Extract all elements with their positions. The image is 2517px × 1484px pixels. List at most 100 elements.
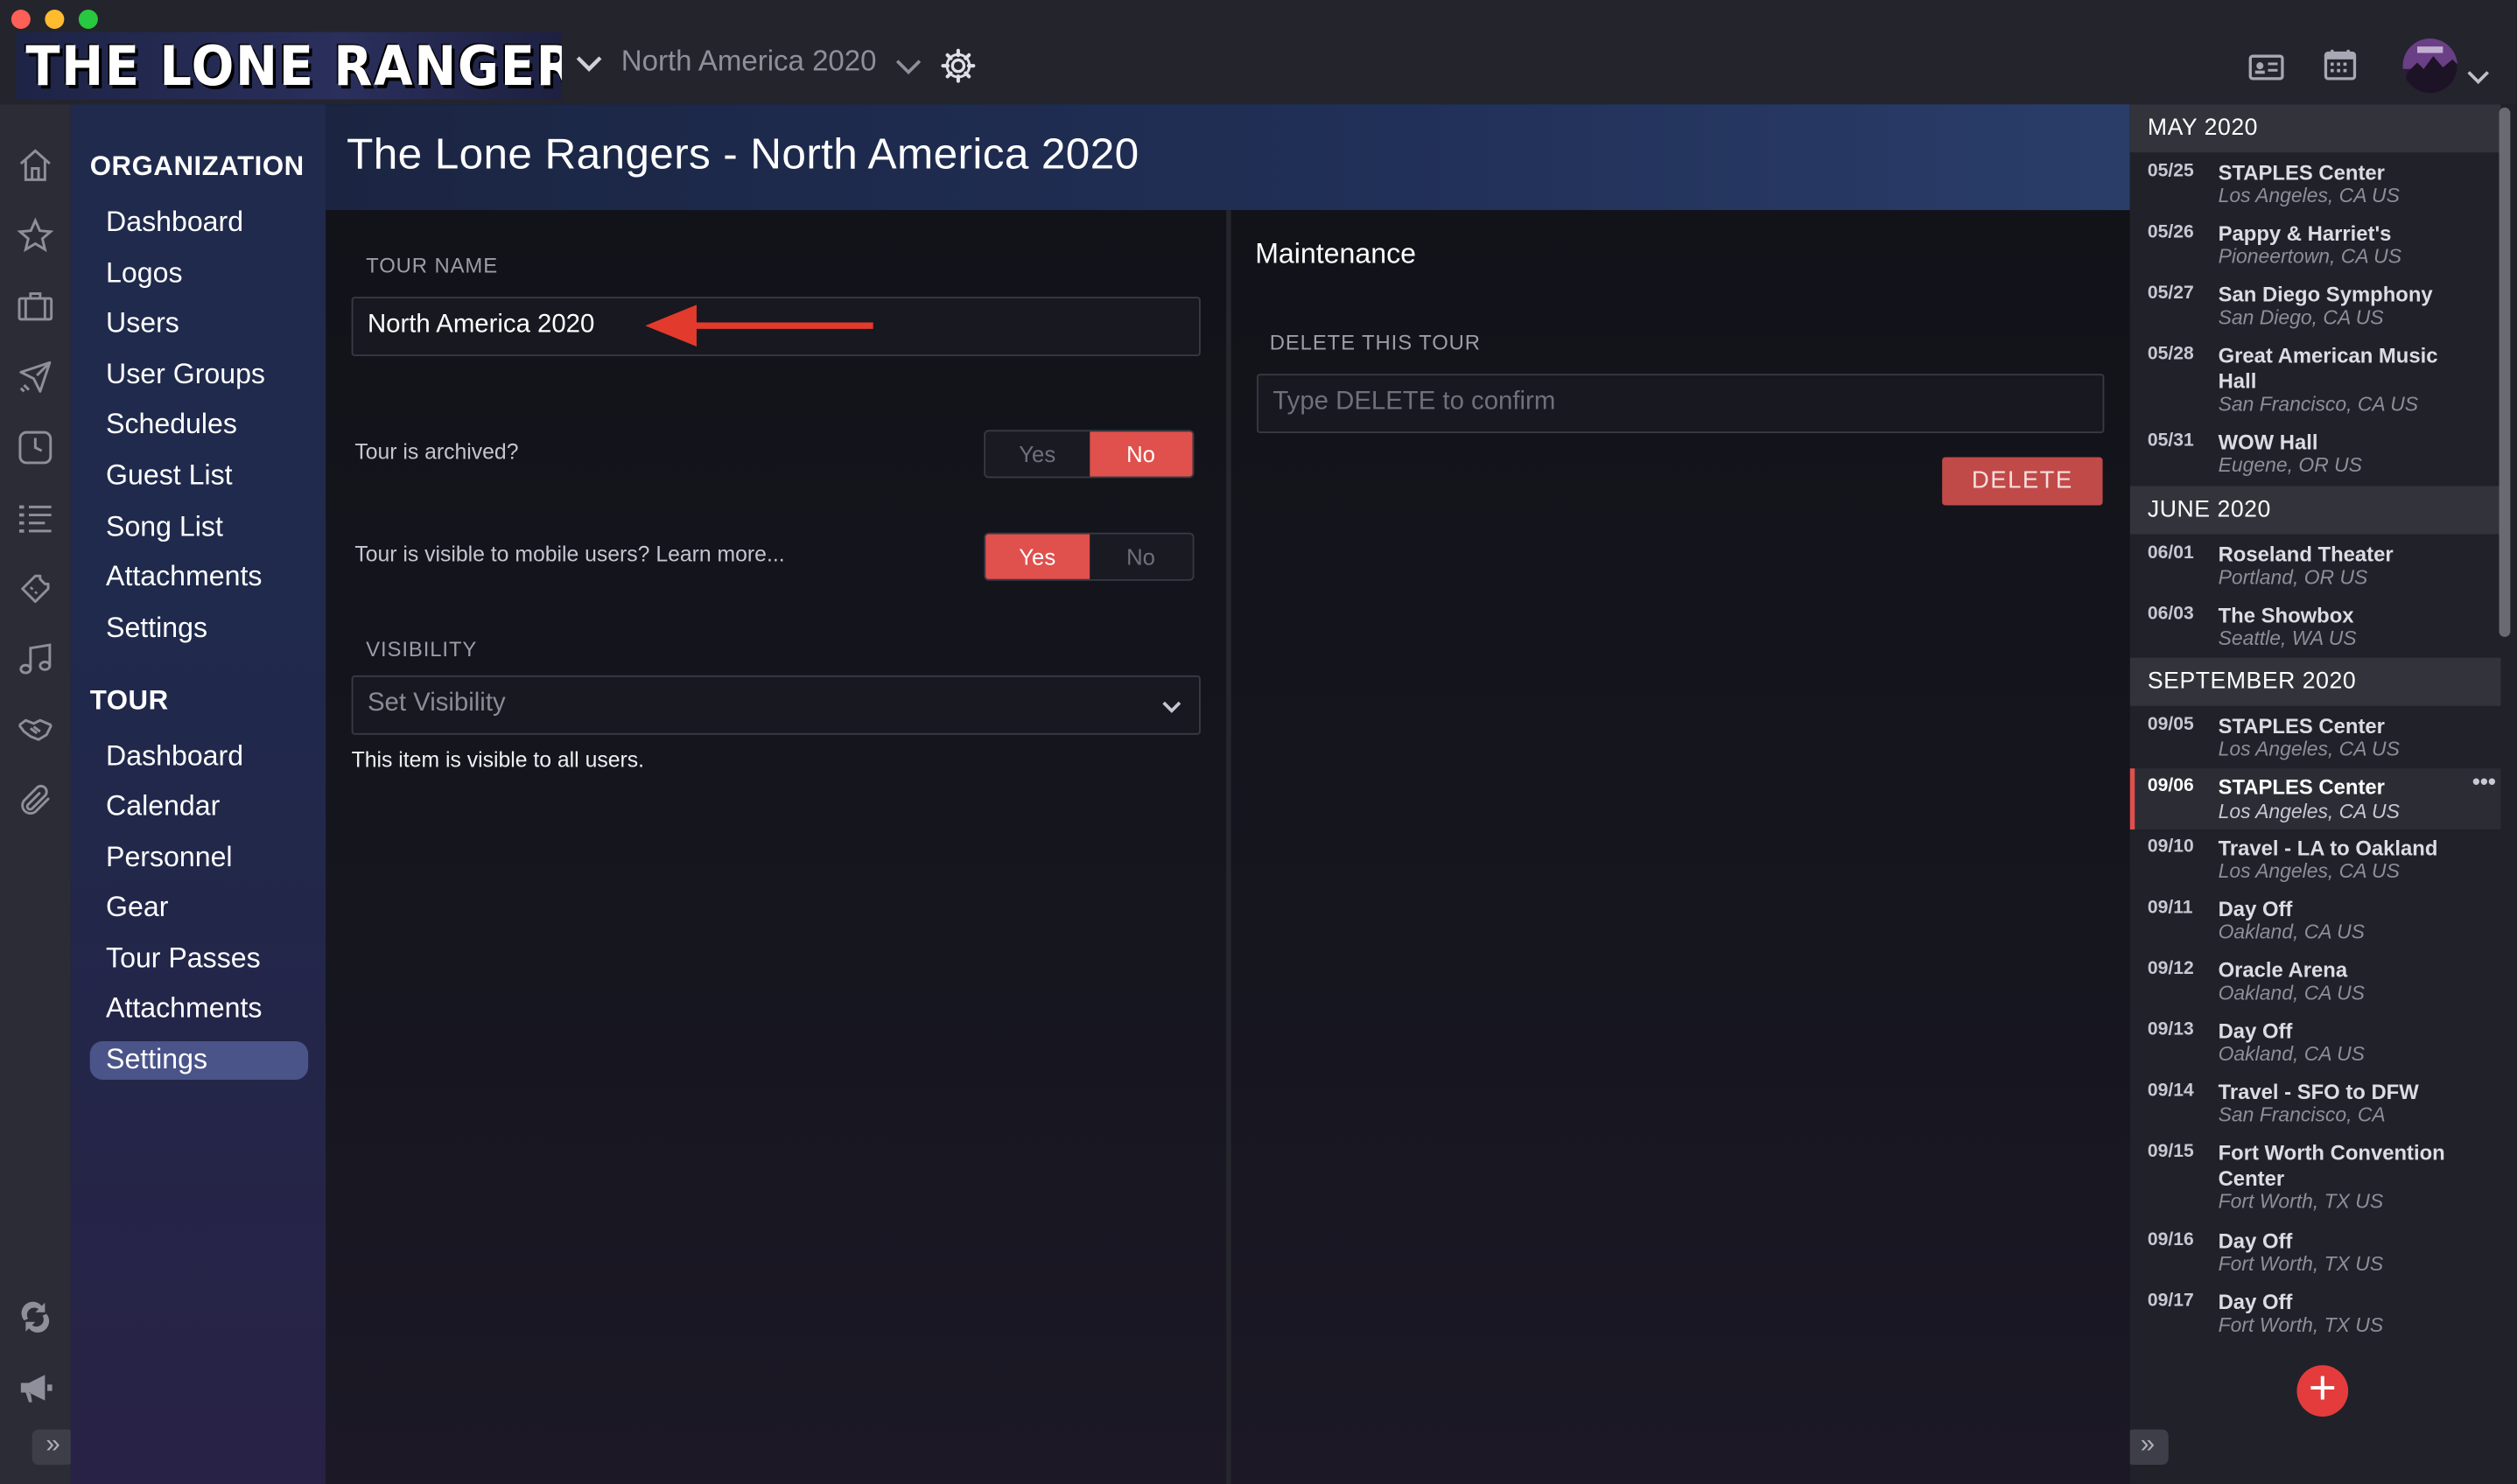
- account-chevron-down-icon[interactable]: [2465, 64, 2491, 93]
- expand-icon[interactable]: »: [32, 1429, 74, 1465]
- event-date: 09/10: [2147, 837, 2194, 858]
- event-date: 09/05: [2147, 715, 2194, 735]
- list-item-selected[interactable]: 09/06 STAPLES Center Los Angeles, CA US …: [2129, 768, 2501, 830]
- list-icon[interactable]: [16, 499, 54, 537]
- minimize-window-button[interactable]: [45, 10, 65, 30]
- event-location: Eugene, OR US: [2218, 453, 2362, 477]
- delete-confirm-placeholder: Type DELETE to confirm: [1273, 388, 1556, 416]
- mobile-no-option[interactable]: No: [1089, 534, 1193, 579]
- sidebar-item-org-dashboard[interactable]: Dashboard: [106, 206, 243, 240]
- page-header: The Lone Rangers - North America 2020: [326, 104, 2130, 211]
- megaphone-icon[interactable]: [16, 1368, 54, 1407]
- event-name: Travel - SFO to DFW: [2218, 1079, 2419, 1104]
- event-date: 09/14: [2147, 1081, 2194, 1101]
- event-name: STAPLES Center: [2218, 774, 2385, 800]
- archived-yes-option[interactable]: Yes: [985, 431, 1090, 477]
- sidebar-item-org-schedules[interactable]: Schedules: [106, 408, 237, 442]
- sidebar-item-tour-attachments[interactable]: Attachments: [106, 991, 262, 1026]
- event-date: 09/12: [2147, 959, 2194, 979]
- sync-icon[interactable]: [16, 1298, 54, 1336]
- ticket-icon[interactable]: [16, 570, 54, 608]
- visibility-placeholder: Set Visibility: [367, 690, 506, 718]
- sidebar-item-tour-settings[interactable]: Settings: [106, 1043, 207, 1077]
- event-date: 05/27: [2147, 284, 2194, 304]
- event-location: Portland, OR US: [2218, 566, 2368, 589]
- sidebar-item-tour-personnel[interactable]: Personnel: [106, 841, 233, 875]
- sidebar-item-org-settings[interactable]: Settings: [106, 612, 207, 646]
- sidebar-item-org-users[interactable]: Users: [106, 306, 179, 340]
- archived-label: Tour is archived?: [354, 439, 519, 464]
- tour-section-title: TOUR: [89, 684, 169, 716]
- logo-dropdown-chevron-icon[interactable]: [575, 52, 604, 80]
- selected-indicator: [2129, 768, 2135, 830]
- event-location: Pioneertown, CA US: [2218, 245, 2402, 269]
- sidebar-item-org-attachments[interactable]: Attachments: [106, 560, 262, 594]
- delete-confirm-input[interactable]: Type DELETE to confirm: [1257, 374, 2105, 434]
- star-icon[interactable]: [16, 217, 54, 256]
- event-name: WOW Hall: [2218, 430, 2318, 454]
- event-location: Seattle, WA US: [2218, 626, 2357, 650]
- event-name: Day Off: [2218, 1018, 2293, 1043]
- add-icon[interactable]: +: [2296, 1364, 2349, 1417]
- music-icon[interactable]: [16, 640, 54, 679]
- more-options-icon[interactable]: •••: [2472, 768, 2496, 794]
- sidebar-item-tour-dashboard[interactable]: Dashboard: [106, 739, 243, 774]
- schedule-expand-icon[interactable]: »: [2129, 1429, 2169, 1465]
- event-location: Los Angeles, CA US: [2218, 859, 2400, 883]
- close-window-button[interactable]: [11, 10, 31, 30]
- event-location: Oakland, CA US: [2218, 1042, 2365, 1066]
- event-name: STAPLES Center: [2218, 713, 2385, 738]
- tour-selector-label: North America 2020: [620, 45, 877, 78]
- sidebar-item-org-user-groups[interactable]: User Groups: [106, 358, 265, 392]
- sidebar-item-org-song-list[interactable]: Song List: [106, 510, 223, 544]
- calendar-icon[interactable]: [2323, 46, 2358, 90]
- band-logo-text: THE LONE RANGERS: [25, 35, 562, 100]
- event-name: Travel - LA to Oakland: [2218, 836, 2438, 860]
- icon-rail: »: [0, 104, 74, 1484]
- archived-toggle[interactable]: Yes No: [984, 430, 1195, 479]
- contact-card-icon[interactable]: [2248, 53, 2284, 90]
- zoom-window-button[interactable]: [78, 10, 98, 30]
- month-header: JUNE 2020: [2129, 486, 2501, 535]
- title-bar: THE LONE RANGERS North America 2020: [0, 0, 2517, 105]
- handshake-icon[interactable]: [16, 710, 54, 749]
- event-date: 09/15: [2147, 1142, 2194, 1162]
- sidebar-item-tour-calendar[interactable]: Calendar: [106, 789, 220, 823]
- home-icon[interactable]: [16, 146, 54, 185]
- sidebar-item-org-logos[interactable]: Logos: [106, 256, 182, 290]
- event-name: Day Off: [2218, 1290, 2293, 1314]
- archived-no-option[interactable]: No: [1089, 431, 1193, 477]
- mobile-yes-option[interactable]: Yes: [985, 534, 1090, 579]
- event-name: Roseland Theater: [2218, 542, 2394, 567]
- event-location: Oakland, CA US: [2218, 982, 2365, 1004]
- event-date: 05/26: [2147, 222, 2194, 242]
- tour-selector[interactable]: North America 2020: [621, 45, 877, 79]
- briefcase-icon[interactable]: [16, 287, 54, 326]
- page-title: The Lone Rangers - North America 2020: [347, 130, 1139, 178]
- plane-icon[interactable]: [16, 358, 54, 396]
- mobile-visible-toggle[interactable]: Yes No: [984, 532, 1195, 581]
- avatar[interactable]: [2401, 37, 2459, 102]
- tour-name-label: TOUR NAME: [366, 253, 499, 278]
- sidebar-item-tour-gear[interactable]: Gear: [106, 891, 168, 925]
- event-name: Pappy & Harriet's: [2218, 221, 2392, 246]
- tour-selector-chevron-icon[interactable]: [894, 54, 923, 83]
- annotation-arrow-icon: [645, 304, 873, 347]
- settings-content: TOUR NAME North America 2020 Tour is arc…: [326, 210, 2130, 1484]
- clock-icon[interactable]: [16, 429, 54, 467]
- sidebar-item-org-guest-list[interactable]: Guest List: [106, 458, 233, 493]
- event-location: Los Angeles, CA US: [2218, 738, 2400, 761]
- schedule-scrollbar[interactable]: [2499, 107, 2511, 637]
- event-date: 09/13: [2147, 1020, 2194, 1040]
- paperclip-icon[interactable]: [16, 781, 54, 820]
- event-name: Day Off: [2218, 1228, 2293, 1253]
- visibility-select[interactable]: Set Visibility: [351, 675, 1201, 735]
- tour-name-value: North America 2020: [367, 311, 595, 339]
- mobile-visible-label: Tour is visible to mobile users? Learn m…: [354, 542, 785, 567]
- sidebar-item-tour-passes[interactable]: Tour Passes: [106, 942, 261, 976]
- event-date: 06/03: [2147, 605, 2194, 625]
- event-date: 05/31: [2147, 431, 2194, 452]
- event-location: Los Angeles, CA US: [2218, 184, 2400, 207]
- gear-icon[interactable]: [939, 46, 978, 93]
- delete-button[interactable]: DELETE: [1942, 457, 2103, 506]
